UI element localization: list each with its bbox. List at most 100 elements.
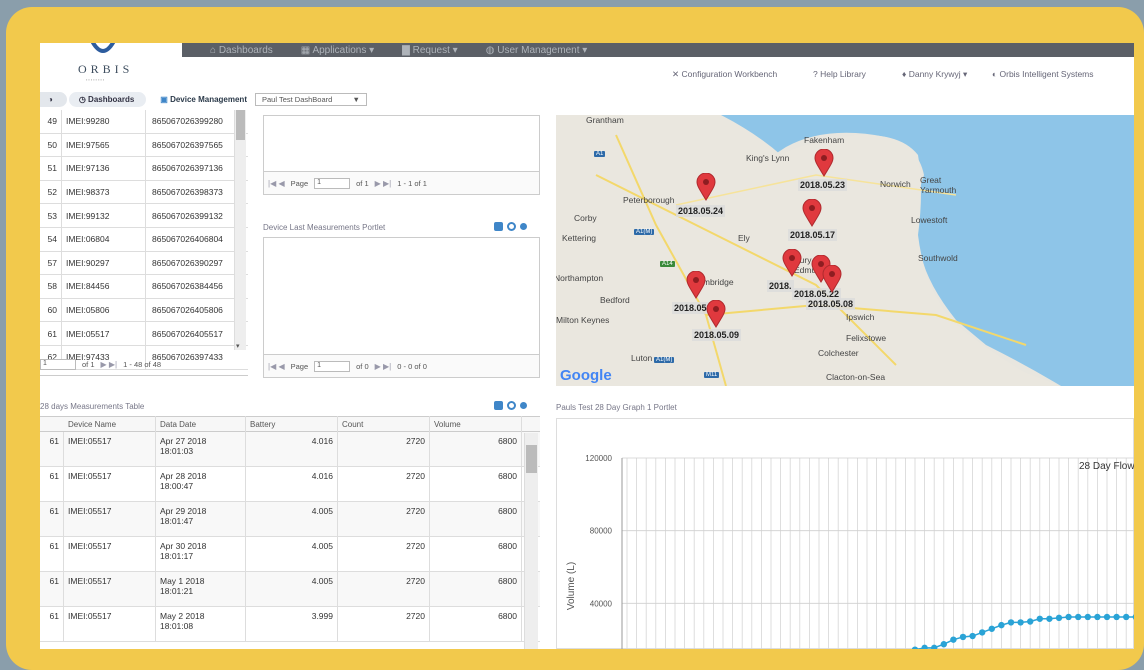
row-number: 61 xyxy=(40,432,64,466)
data-point[interactable] xyxy=(979,629,986,636)
breadcrumb-home[interactable]: ◑ xyxy=(40,91,67,107)
first-page-icon[interactable]: |◀ ◀ xyxy=(268,362,285,371)
data-point[interactable] xyxy=(931,644,938,649)
device-bezel: ⌂ Dashboards ▦ Applications ▾ ▇ Request … xyxy=(6,7,1144,670)
table-row[interactable]: 61 IMEI:05517 Apr 28 2018 18:00:47 4.016 2720… xyxy=(40,467,540,502)
map-pin-label[interactable]: 2018.05.09 xyxy=(692,329,742,341)
next-page-icon[interactable]: ▶ ▶| xyxy=(375,362,392,371)
nav-request[interactable]: ▇ Request ▾ xyxy=(402,45,458,56)
data-point[interactable] xyxy=(1132,614,1134,620)
data-point[interactable] xyxy=(1055,614,1063,622)
data-point[interactable] xyxy=(969,632,976,640)
page-input[interactable]: 1 xyxy=(314,361,351,372)
row-number: 61 xyxy=(40,537,64,571)
col-volume[interactable]: Volume xyxy=(430,415,522,433)
breadcrumb-device-management[interactable]: ▣ Device Management xyxy=(160,95,247,104)
data-point[interactable] xyxy=(959,633,967,641)
device-row[interactable]: 57 IMEI:90297 865067026390297 xyxy=(40,251,248,276)
data-point[interactable] xyxy=(911,646,919,649)
row-number: 51 xyxy=(40,157,62,180)
map-pin-icon[interactable] xyxy=(822,265,842,293)
refresh-icon[interactable] xyxy=(507,222,516,231)
row-number: 61 xyxy=(40,502,64,536)
device-row[interactable]: 60 IMEI:05806 865067026405806 xyxy=(40,298,248,323)
data-point[interactable] xyxy=(1075,613,1082,621)
config-workbench-link[interactable]: ✕ Configuration Workbench xyxy=(672,69,777,80)
data-point[interactable] xyxy=(921,644,928,649)
settings-icon[interactable] xyxy=(520,223,527,230)
data-point[interactable] xyxy=(950,636,957,643)
table-row[interactable]: 61 IMEI:05517 May 2 2018 18:01:08 3.999 2720 6… xyxy=(40,607,540,642)
data-point[interactable] xyxy=(1007,619,1015,626)
map-place-label: Corby xyxy=(574,213,597,223)
device-row[interactable]: 49 IMEI:99280 865067026399280 xyxy=(40,110,248,134)
export-icon[interactable] xyxy=(494,222,503,231)
device-row[interactable]: 58 IMEI:84456 865067026384456 xyxy=(40,275,248,299)
measurements-scrollbar[interactable] xyxy=(524,433,538,649)
map-pin-label[interactable]: 2018.05.08 xyxy=(806,298,856,310)
data-point[interactable] xyxy=(940,641,947,648)
device-row[interactable]: 61 IMEI:05517 865067026405517 xyxy=(40,322,248,346)
device-name: IMEI:97565 xyxy=(62,133,146,157)
col-data-date[interactable]: Data Date xyxy=(156,415,246,433)
data-point[interactable] xyxy=(1027,618,1034,625)
page-input[interactable]: 1 xyxy=(314,178,351,189)
page-input[interactable]: 1 xyxy=(40,359,76,370)
breadcrumb-dashboards[interactable]: ◷ Dashboards xyxy=(68,91,147,107)
map-pin-label[interactable]: 2018.05.23 xyxy=(798,179,848,191)
table-row[interactable]: 61 IMEI:05517 Apr 30 2018 18:01:17 4.005 2720… xyxy=(40,537,540,572)
map-pin-label[interactable]: 2018. xyxy=(767,280,794,292)
map-pin-icon[interactable] xyxy=(802,199,822,227)
data-point[interactable] xyxy=(1046,615,1053,622)
company-link[interactable]: ◐ Orbis Intelligent Systems xyxy=(992,69,1094,79)
map-pin-icon[interactable] xyxy=(706,300,726,328)
export-icon[interactable] xyxy=(494,401,503,410)
data-point[interactable] xyxy=(1084,613,1091,621)
data-point[interactable] xyxy=(1113,613,1120,621)
device-name: IMEI:05517 xyxy=(62,322,146,345)
col-device-name[interactable]: Device Name xyxy=(64,415,156,433)
settings-icon[interactable] xyxy=(520,402,527,409)
device-table-scrollbar[interactable]: ▾ xyxy=(234,110,246,350)
scroll-thumb[interactable] xyxy=(526,445,537,473)
dashboard-select[interactable]: Paul Test DashBoard ▼ xyxy=(254,92,367,106)
device-row[interactable]: 53 IMEI:99132 865067026399132 xyxy=(40,204,248,228)
data-point[interactable] xyxy=(1017,619,1024,626)
col-count[interactable]: Count xyxy=(338,415,430,433)
next-page-icon[interactable]: ▶ ▶| xyxy=(375,179,392,188)
count: 2720 xyxy=(338,537,430,571)
refresh-icon[interactable] xyxy=(507,401,516,410)
device-map[interactable]: Grantham Fakenham King's Lynn Peterborough N… xyxy=(556,115,1134,386)
first-page-icon[interactable]: |◀ ◀ xyxy=(268,179,285,188)
nav-dashboards[interactable]: ⌂ Dashboards xyxy=(210,45,273,56)
device-row[interactable]: 54 IMEI:06804 865067026406804 xyxy=(40,227,248,252)
help-library-link[interactable]: ? Help Library xyxy=(813,69,866,79)
dashboard-icon: ⌂ xyxy=(210,44,219,56)
data-point[interactable] xyxy=(1036,615,1043,622)
data-point[interactable] xyxy=(1103,613,1111,621)
map-pin-icon[interactable] xyxy=(814,149,834,177)
nav-applications[interactable]: ▦ Applications ▾ xyxy=(301,45,374,56)
map-pin-icon[interactable] xyxy=(782,249,802,277)
map-pin-icon[interactable] xyxy=(686,271,706,299)
data-point[interactable] xyxy=(1123,613,1130,621)
scroll-thumb[interactable] xyxy=(236,110,245,140)
table-row[interactable]: 61 IMEI:05517 Apr 29 2018 18:01:47 4.005 2720… xyxy=(40,502,540,537)
device-row[interactable]: 51 IMEI:97136 865067026397136 xyxy=(40,157,248,181)
device-row[interactable]: 52 IMEI:98373 865067026398373 xyxy=(40,180,248,205)
data-point[interactable] xyxy=(998,621,1005,629)
data-point[interactable] xyxy=(1094,613,1101,621)
data-point[interactable] xyxy=(1065,613,1072,621)
scroll-down-icon[interactable]: ▾ xyxy=(236,342,240,350)
data-point[interactable] xyxy=(988,625,995,632)
table-row[interactable]: 61 IMEI:05517 Apr 27 2018 18:01:03 4.016 2720… xyxy=(40,432,540,467)
map-pin-label[interactable]: 2018.05.17 xyxy=(788,229,838,241)
next-page-icon[interactable]: ▶ ▶| xyxy=(101,360,118,369)
user-menu[interactable]: ♦ Danny Krywyj ▾ xyxy=(902,69,967,80)
map-pin-icon[interactable] xyxy=(696,173,716,201)
map-pin-label[interactable]: 2018.05.24 xyxy=(676,205,726,217)
device-row[interactable]: 50 IMEI:97565 865067026397565 xyxy=(40,133,248,158)
nav-user-management[interactable]: ◍ User Management ▾ xyxy=(486,45,588,56)
table-row[interactable]: 61 IMEI:05517 May 1 2018 18:01:21 4.005 2720 6… xyxy=(40,572,540,607)
col-battery[interactable]: Battery xyxy=(246,415,338,433)
